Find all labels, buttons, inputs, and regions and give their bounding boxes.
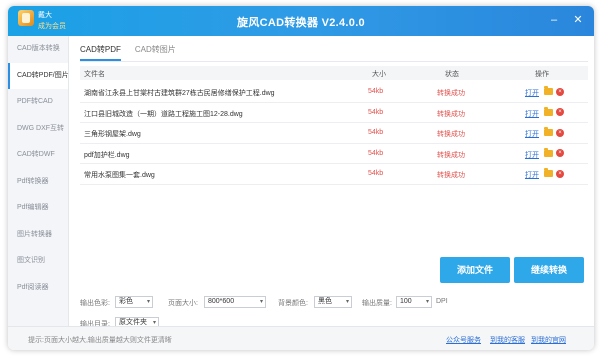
status-text: 转换成功 bbox=[437, 172, 465, 179]
page-size-value: 800*600 bbox=[208, 298, 235, 305]
folder-icon[interactable] bbox=[544, 127, 553, 136]
footer-link-official-account[interactable]: 公众号服务 bbox=[446, 335, 481, 345]
file-name: pdf加护栏.dwg bbox=[84, 151, 130, 159]
file-size: 54kb bbox=[368, 88, 384, 95]
sidebar-item-cad-version[interactable]: CAD版本转换 bbox=[8, 36, 68, 63]
header-filename: 文件名 bbox=[84, 71, 105, 78]
tab-cad-to-pdf[interactable]: CAD转PDF bbox=[80, 44, 121, 61]
sidebar-item-pdf-to-cad[interactable]: PDF转CAD bbox=[8, 89, 68, 116]
sidebar-item-image-converter[interactable]: 图片转换器 bbox=[8, 222, 68, 249]
page-size-label: 页面大小: bbox=[168, 300, 198, 307]
tip-text: 提示:页面大小越大,输出质量越大则文件更清晰 bbox=[28, 337, 172, 344]
folder-icon[interactable] bbox=[544, 106, 553, 116]
output-dir-value: 原文件夹 bbox=[119, 319, 147, 326]
folder-icon[interactable] bbox=[544, 147, 553, 157]
sidebar-item-cad-to-dwf[interactable]: CAD转DWF bbox=[8, 142, 68, 169]
bg-color-label: 背景颜色: bbox=[278, 300, 308, 307]
status-text: 转换成功 bbox=[437, 131, 465, 138]
table-row[interactable]: 湖南省江永县上甘棠村古建筑群27栋古民居修缮保护工程.dwg 54kb 转换成功… bbox=[80, 82, 588, 103]
close-icon[interactable]: ✕ bbox=[572, 14, 584, 26]
delete-icon[interactable]: × bbox=[556, 169, 564, 178]
file-size: 54kb bbox=[368, 108, 384, 116]
chevron-down-icon: ▾ bbox=[345, 299, 349, 305]
status-bar: 提示:页面大小越大,输出质量越大则文件更清晰 公众号服务 到我的客服 到我的官网 bbox=[8, 326, 594, 350]
header-size: 大小 bbox=[372, 71, 386, 78]
file-size: 54kb bbox=[368, 149, 384, 157]
sidebar-item-pdf-converter[interactable]: Pdf转换器 bbox=[8, 169, 68, 196]
chevron-down-icon: ▾ bbox=[425, 299, 429, 305]
minimize-icon[interactable]: – bbox=[548, 14, 560, 26]
chevron-down-icon: ▾ bbox=[259, 299, 263, 305]
file-size: 54kb bbox=[368, 170, 384, 177]
sidebar-item-dwg-dxf[interactable]: DWG DXF互转 bbox=[8, 116, 68, 143]
table-row[interactable]: 江口县旧城改造（一期）道路工程施工图12-28.dwg 54kb 转换成功 打开… bbox=[80, 103, 588, 123]
add-file-button[interactable]: 添加文件 bbox=[440, 257, 510, 283]
main-panel: CAD转PDF CAD转图片 文件名 大小 状态 操作 湖南省江永县上甘棠村古建… bbox=[70, 36, 594, 329]
continue-convert-button[interactable]: 继续转换 bbox=[514, 257, 584, 283]
table-header: 文件名 大小 状态 操作 bbox=[80, 66, 588, 80]
folder-icon[interactable] bbox=[544, 86, 553, 95]
bg-color-select[interactable]: 黑色 ▾ bbox=[314, 296, 352, 308]
file-name: 常用水泵图集一套.dwg bbox=[84, 172, 155, 179]
color-select[interactable]: 彩色 ▾ bbox=[115, 296, 153, 308]
open-link[interactable]: 打开 bbox=[525, 88, 539, 98]
sidebar-item-pdf-editor[interactable]: Pdf编辑器 bbox=[8, 195, 68, 222]
file-name: 湖南省江永县上甘棠村古建筑群27栋古民居修缮保护工程.dwg bbox=[84, 90, 275, 97]
header-action: 操作 bbox=[535, 71, 549, 78]
color-select-value: 彩色 bbox=[119, 298, 133, 305]
bg-color-value: 黑色 bbox=[318, 298, 332, 305]
sidebar-item-ocr[interactable]: 图文识别 bbox=[8, 248, 68, 275]
dpi-label: DPI bbox=[436, 298, 448, 305]
quality-select[interactable]: 100 ▾ bbox=[396, 296, 432, 308]
open-link[interactable]: 打开 bbox=[525, 129, 539, 139]
tab-cad-to-image[interactable]: CAD转图片 bbox=[135, 44, 176, 61]
app-window: 戴大 成为会员 旋风CAD转换器 V2.4.0.0 – ✕ CAD版本转换 CA… bbox=[8, 6, 594, 350]
open-link[interactable]: 打开 bbox=[525, 170, 539, 180]
folder-icon[interactable] bbox=[544, 168, 553, 177]
open-link[interactable]: 打开 bbox=[525, 109, 539, 119]
title-bar: 戴大 成为会员 旋风CAD转换器 V2.4.0.0 – ✕ bbox=[8, 6, 594, 36]
delete-icon[interactable]: × bbox=[556, 128, 564, 137]
delete-icon[interactable]: × bbox=[556, 149, 564, 157]
status-text: 转换成功 bbox=[437, 110, 465, 118]
footer-link-website[interactable]: 到我的官网 bbox=[531, 335, 566, 345]
delete-icon[interactable]: × bbox=[556, 108, 564, 116]
header-status: 状态 bbox=[445, 71, 459, 78]
footer-link-service[interactable]: 到我的客服 bbox=[490, 335, 525, 345]
table-row[interactable]: 常用水泵图集一套.dwg 54kb 转换成功 打开 × bbox=[80, 164, 588, 185]
file-size: 54kb bbox=[368, 129, 384, 136]
sidebar-item-pdf-reader[interactable]: Pdf阅读器 bbox=[8, 275, 68, 302]
quality-value: 100 bbox=[400, 298, 412, 305]
sidebar: CAD版本转换 CAD转PDF/图片 PDF转CAD DWG DXF互转 CAD… bbox=[8, 36, 69, 326]
file-name: 三角形钢屋架.dwg bbox=[84, 131, 141, 138]
page-size-select[interactable]: 800*600 ▾ bbox=[204, 296, 266, 308]
table-row[interactable]: pdf加护栏.dwg 54kb 转换成功 打开 × bbox=[80, 144, 588, 164]
sidebar-item-cad-to-pdf[interactable]: CAD转PDF/图片 bbox=[8, 62, 69, 89]
open-link[interactable]: 打开 bbox=[525, 150, 539, 160]
tab-divider bbox=[80, 61, 588, 62]
status-text: 转换成功 bbox=[437, 90, 465, 97]
color-label: 输出色彩: bbox=[80, 300, 110, 307]
file-list: 湖南省江永县上甘棠村古建筑群27栋古民居修缮保护工程.dwg 54kb 转换成功… bbox=[80, 82, 588, 185]
delete-icon[interactable]: × bbox=[556, 87, 564, 96]
app-title: 旋风CAD转换器 V2.4.0.0 bbox=[237, 17, 365, 29]
table-row[interactable]: 三角形钢屋架.dwg 54kb 转换成功 打开 × bbox=[80, 123, 588, 144]
file-name: 江口县旧城改造（一期）道路工程施工图12-28.dwg bbox=[84, 110, 243, 118]
status-text: 转换成功 bbox=[437, 151, 465, 159]
quality-label: 输出质量: bbox=[362, 300, 392, 307]
chevron-down-icon: ▾ bbox=[146, 299, 150, 305]
